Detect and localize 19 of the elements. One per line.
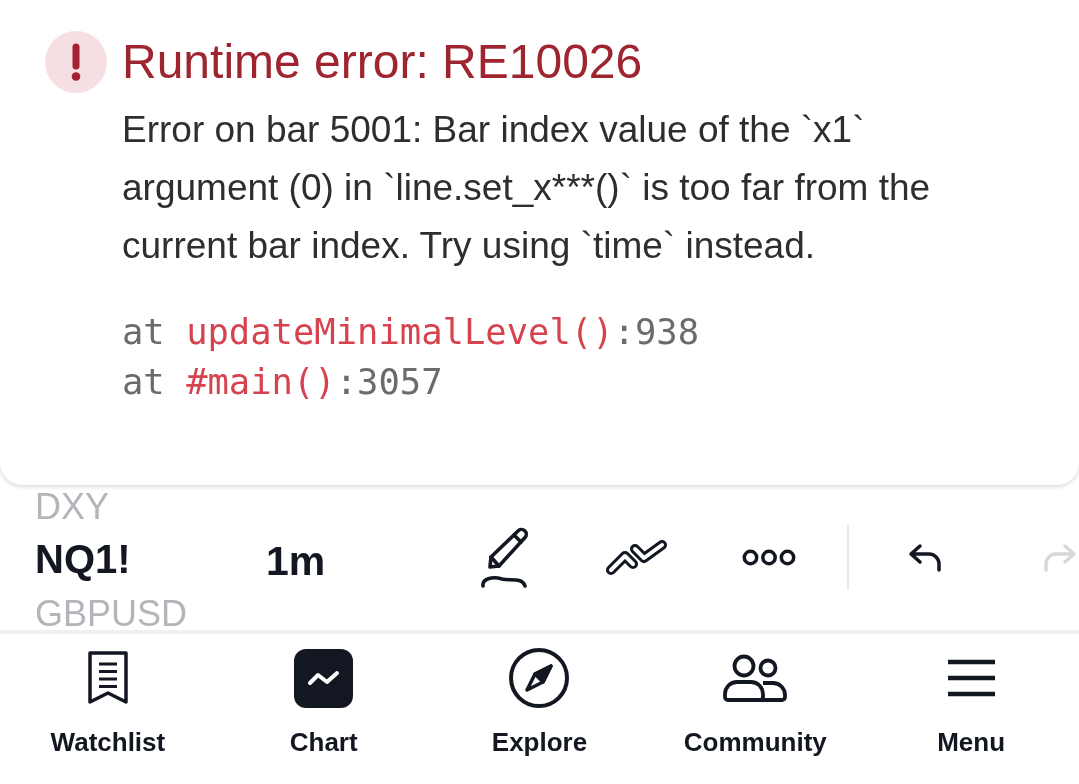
nav-tab[interactable]: Chart: [289, 634, 358, 757]
error-message: Error on bar 5001: Bar index value of the `x1` argument (0) in `line.set_x***()` is too far from the current bar index. Try using `time` instead.: [122, 108, 932, 268]
nav-tab[interactable]: Explore: [491, 634, 588, 757]
nav-tab[interactable]: Watchlist: [50, 634, 166, 757]
line-tools-icon: [605, 539, 669, 576]
stack-trace-line: at updateMinimalLevel():938: [122, 310, 700, 354]
redo-icon: [1042, 542, 1078, 573]
nav-tab[interactable]: Community: [683, 634, 827, 757]
symbol-option[interactable]: NQ1!: [35, 537, 131, 581]
error-icon: [45, 31, 107, 93]
interval-label[interactable]: 1m: [266, 535, 326, 586]
stack-trace-line: at #main():3057: [122, 360, 443, 404]
undo-button[interactable]: [907, 542, 943, 573]
nav-tab[interactable]: Menu: [937, 634, 1006, 757]
undo-icon: [907, 542, 943, 573]
more-button[interactable]: [742, 549, 796, 566]
line-tools-button[interactable]: [605, 539, 669, 576]
more-icon: [742, 549, 796, 566]
error-title: Runtime error: RE10026: [122, 34, 643, 90]
